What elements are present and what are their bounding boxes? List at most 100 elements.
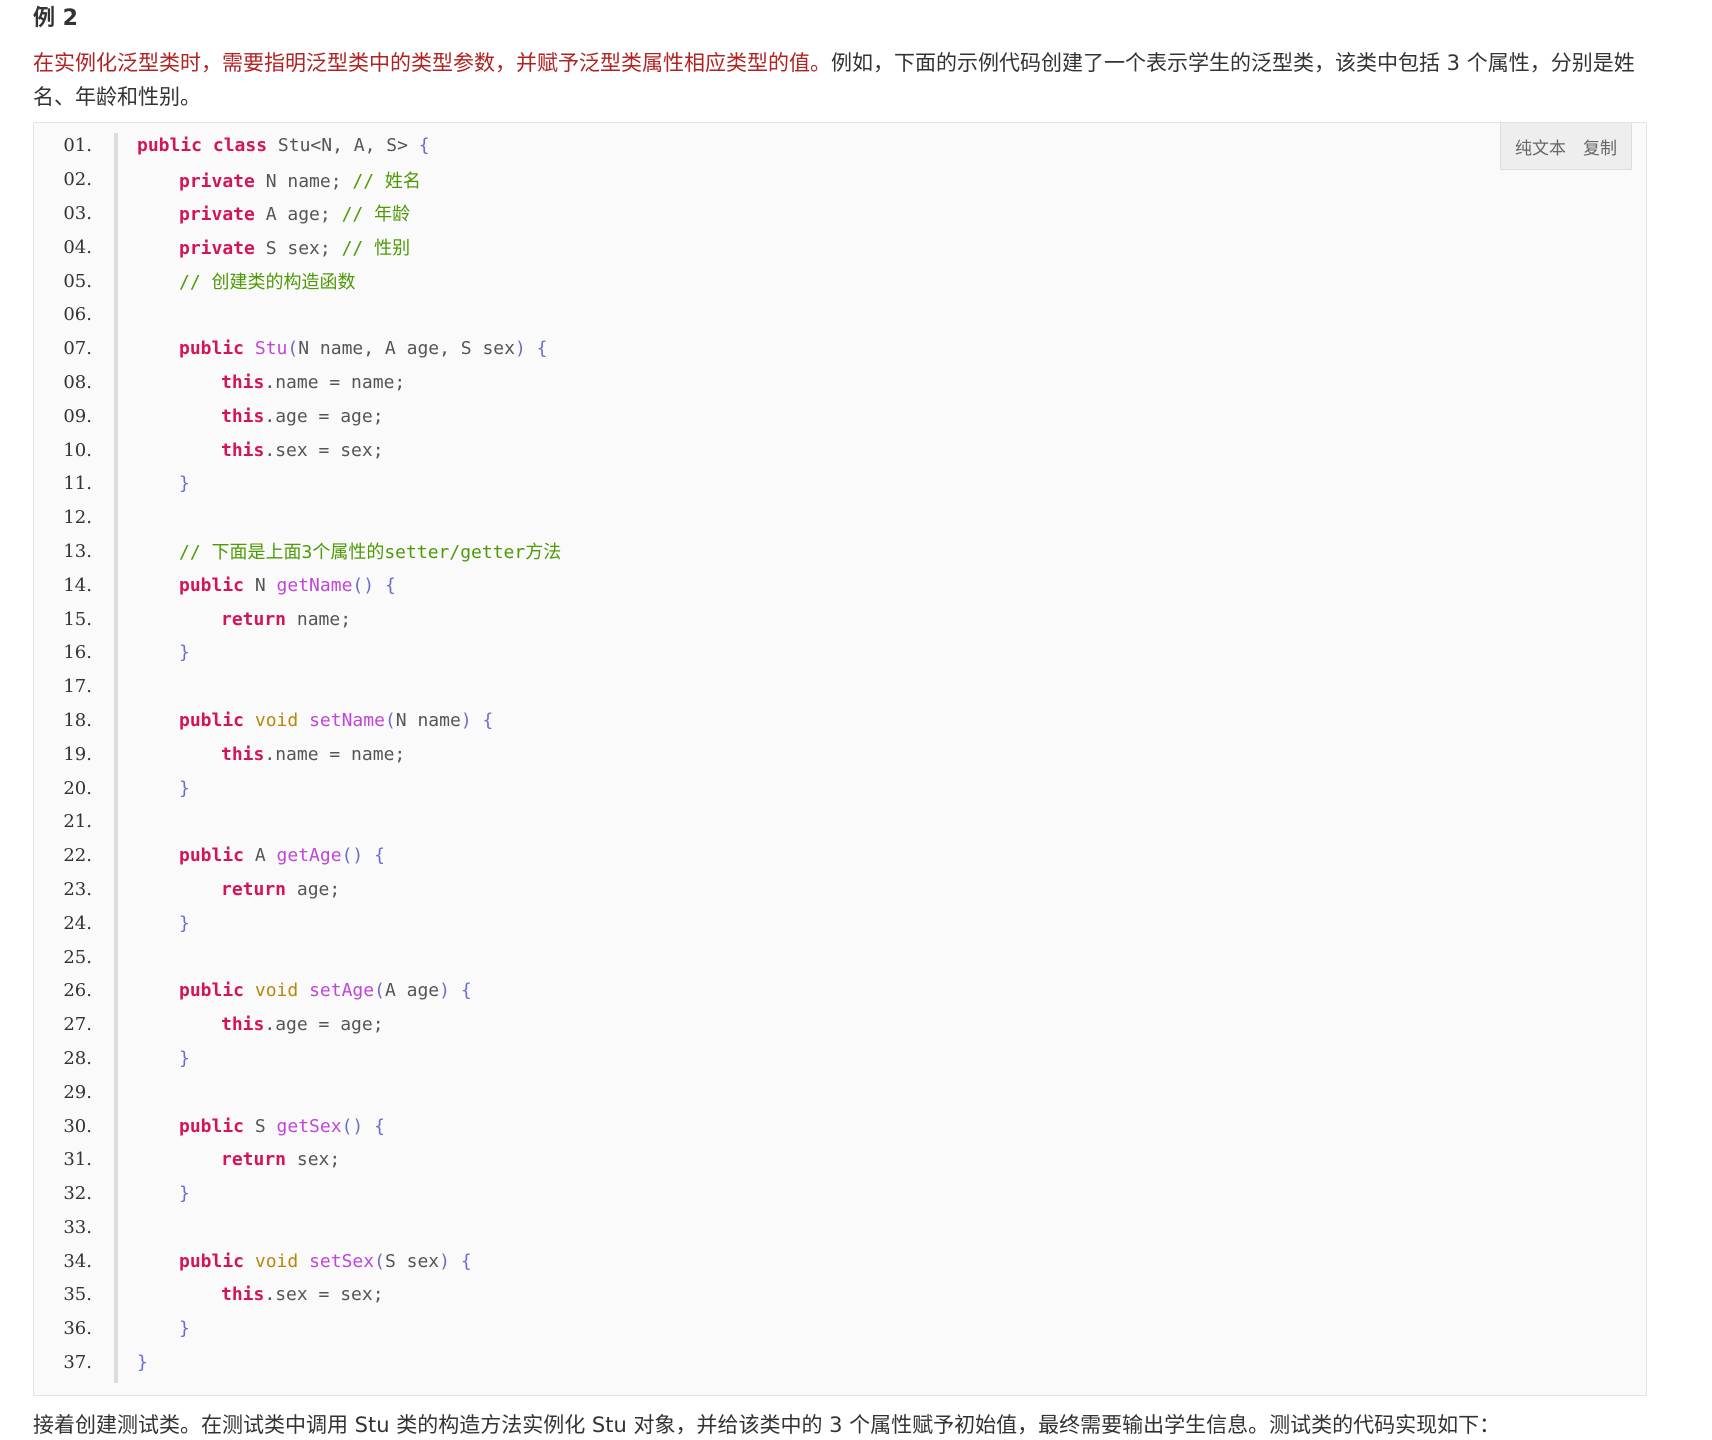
code-token: } (179, 777, 190, 799)
line-number: 11. (63, 473, 92, 495)
code-token: return (221, 878, 287, 900)
code-token: A age (384, 980, 440, 1002)
code-line: 13. // 下面是上面3个属性的setter/getter方法 (34, 535, 1646, 569)
intro-highlight: 在实例化泛型类时，需要指明泛型类中的类型参数，并赋予泛型类属性相应类型的值。 (33, 51, 831, 75)
code-token: S sex; (254, 238, 342, 260)
code-text: public N getName() { (179, 575, 396, 596)
code-line: 19. this.name = name; (34, 737, 1646, 771)
code-token: ( (374, 1250, 385, 1272)
code-token: ( (287, 338, 299, 360)
code-text: } (179, 1183, 190, 1204)
line-number: 13. (63, 540, 92, 562)
line-number: 05. (63, 270, 92, 292)
code-line: 06. (34, 298, 1646, 332)
code-text: } (179, 913, 190, 934)
code-token: { (374, 845, 385, 867)
line-number: 22. (63, 845, 92, 867)
code-token: getName (276, 574, 353, 596)
code-line: 04. private S sex; // 性别 (34, 230, 1646, 264)
code-text: // 创建类的构造函数 (179, 268, 356, 294)
code-line: 01. public class Stu<N, A, S> { (34, 129, 1646, 163)
code-token: .name = name; (264, 371, 406, 393)
code-line: 15. return name; (34, 602, 1646, 636)
line-number: 12. (63, 507, 92, 529)
code-token: .age = age; (264, 405, 384, 427)
code-token: N name; (254, 170, 353, 192)
code-line: 33. (34, 1211, 1646, 1245)
code-line: 02. private N name; // 姓名 (34, 163, 1646, 197)
code-token: sex; (286, 1149, 341, 1171)
code-text: this.age = age; (221, 1014, 384, 1035)
code-text: this.name = name; (221, 372, 405, 393)
plain-text-button[interactable]: 纯文本 (1515, 134, 1566, 159)
code-line: 36.} (34, 1312, 1646, 1346)
code-text: } (179, 642, 190, 663)
code-text: return name; (221, 609, 351, 630)
line-number: 26. (63, 980, 92, 1002)
code-text: } (137, 1352, 148, 1373)
code-token: Stu (254, 338, 288, 360)
code-token: public (179, 709, 245, 731)
code-line: 27. this.age = age; (34, 1008, 1646, 1042)
line-number: 20. (63, 777, 92, 799)
code-text: private S sex; // 性别 (179, 234, 410, 260)
code-token: getSex (276, 1115, 342, 1137)
line-number: 36. (63, 1318, 92, 1340)
code-token: // 年龄 (341, 204, 411, 226)
line-number: 30. (63, 1115, 92, 1137)
code-token: this (221, 439, 265, 461)
code-token: ) (439, 1250, 450, 1272)
line-number: 16. (63, 642, 92, 664)
code-token: return (221, 1149, 287, 1171)
line-number: 04. (63, 236, 92, 258)
line-number: 33. (63, 1216, 92, 1238)
code-token: } (179, 1183, 190, 1205)
code-text: // 下面是上面3个属性的setter/getter方法 (179, 538, 561, 564)
code-line: 30. public S getSex() { (34, 1109, 1646, 1143)
code-token: // 下面是上面3个属性的setter/getter方法 (179, 542, 562, 564)
line-number: 37. (63, 1352, 92, 1374)
code-token: .sex = sex; (264, 1284, 384, 1306)
code-line: 08. this.name = name; (34, 366, 1646, 400)
code-token: N name (395, 709, 461, 731)
code-token: ) (439, 980, 450, 1002)
line-number: 14. (63, 574, 92, 596)
code-text: this.sex = sex; (221, 440, 384, 461)
code-token: } (179, 642, 190, 664)
line-number: 34. (63, 1250, 92, 1272)
code-text: public class Stu<N, A, S> { (137, 135, 430, 156)
code-line: 12. (34, 501, 1646, 535)
code-token: } (179, 473, 190, 495)
line-number: 21. (63, 811, 92, 833)
code-line: 34. public void setSex(S sex) { (34, 1244, 1646, 1278)
code-token: void (254, 709, 299, 731)
code-token: } (179, 912, 190, 934)
copy-button[interactable]: 复制 (1583, 134, 1617, 159)
code-token: S sex (384, 1250, 440, 1272)
code-token: ( (374, 980, 385, 1002)
line-number: 06. (63, 304, 92, 326)
line-number: 25. (63, 946, 92, 968)
code-token: Stu<N, A, S> (267, 135, 419, 157)
code-token: { (460, 980, 472, 1002)
code-token: { (384, 574, 396, 596)
code-token: ( (384, 709, 396, 731)
article-page: 例 2 在实例化泛型类时，需要指明泛型类中的类型参数，并赋予泛型类属性相应类型的… (0, 0, 1712, 1437)
line-number: 19. (63, 743, 92, 765)
code-line: 16.} (34, 636, 1646, 670)
code-toolbar: 纯文本 复制 (1500, 123, 1632, 170)
line-number: 15. (63, 608, 92, 630)
code-token: name; (286, 608, 352, 630)
code-line: 05. // 创建类的构造函数 (34, 264, 1646, 298)
code-line: 10. this.sex = sex; (34, 433, 1646, 467)
code-block: 01. public class Stu<N, A, S> {02. private… (33, 122, 1647, 1396)
code-token: setName (309, 709, 385, 731)
code-token: this (221, 405, 265, 427)
code-token: { (482, 709, 494, 731)
code-token: } (179, 1318, 190, 1340)
